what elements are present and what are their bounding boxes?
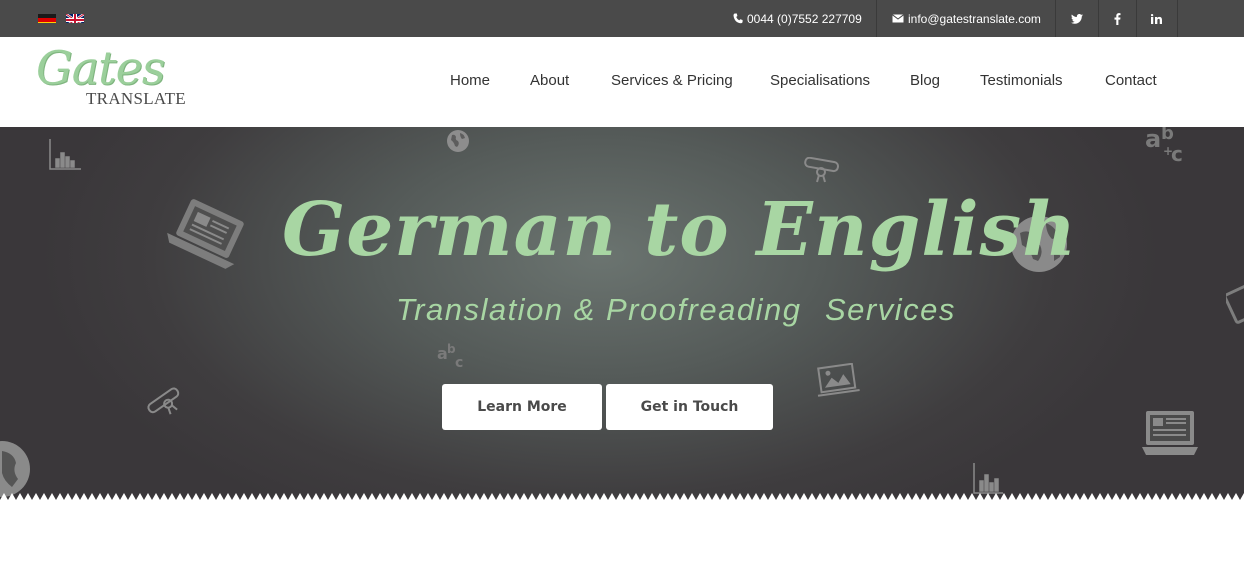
get-in-touch-button[interactable]: Get in Touch bbox=[606, 384, 773, 430]
diploma-icon bbox=[144, 383, 186, 419]
logo-caps-text: TRANSLATE bbox=[86, 89, 186, 108]
linkedin-icon bbox=[1151, 13, 1162, 24]
svg-text:c: c bbox=[455, 355, 463, 371]
svg-text:+: + bbox=[1163, 144, 1173, 158]
laptop-icon bbox=[1226, 277, 1244, 327]
email-address: info@gatestranslate.com bbox=[908, 11, 1041, 26]
learn-more-button[interactable]: Learn More bbox=[442, 384, 602, 430]
laptop-icon bbox=[160, 199, 248, 279]
gates-translate-logo[interactable]: Gates TRANSLATE bbox=[36, 41, 186, 117]
svg-text:a: a bbox=[1145, 127, 1161, 153]
twitter-link[interactable] bbox=[1056, 0, 1098, 37]
topbar-divider bbox=[1177, 0, 1178, 37]
email-link[interactable]: info@gatestranslate.com bbox=[892, 0, 1041, 37]
nav-item-home[interactable]: Home bbox=[450, 72, 490, 89]
laptop-icon bbox=[1140, 409, 1200, 461]
bar-chart-icon bbox=[48, 139, 82, 171]
topbar-divider bbox=[876, 0, 877, 37]
hero-subtitle-left: Translation & Proofreading bbox=[396, 292, 802, 327]
site-header: Gates TRANSLATE Home About Services & Pr… bbox=[0, 37, 1244, 127]
envelope-icon bbox=[892, 14, 904, 23]
nav-item-services-pricing[interactable]: Services & Pricing bbox=[611, 72, 733, 89]
abc-icon: a b c + bbox=[1145, 127, 1193, 167]
facebook-icon bbox=[1114, 12, 1120, 25]
abc-icon: abc bbox=[437, 343, 471, 373]
twitter-icon bbox=[1071, 13, 1083, 24]
linkedin-link[interactable] bbox=[1136, 0, 1177, 37]
diploma-icon bbox=[803, 157, 841, 183]
nav-item-specialisations[interactable]: Specialisations bbox=[770, 72, 870, 89]
nav-item-blog[interactable]: Blog bbox=[910, 72, 940, 89]
hero-banner: a b c + abc German to English Translation &… bbox=[0, 127, 1244, 500]
globe-icon bbox=[0, 439, 32, 499]
phone-link[interactable]: 0044 (0)7552 227709 bbox=[733, 0, 862, 37]
germany-flag-icon[interactable] bbox=[38, 11, 56, 23]
nav-item-testimonials[interactable]: Testimonials bbox=[980, 72, 1063, 89]
top-bar: 0044 (0)7552 227709 info@gatestranslate.… bbox=[0, 0, 1244, 37]
hero-subtitle-right: Services bbox=[825, 292, 956, 327]
uk-flag-icon[interactable] bbox=[66, 11, 84, 23]
nav-item-contact[interactable]: Contact bbox=[1105, 72, 1157, 89]
zigzag-divider bbox=[0, 493, 1244, 501]
facebook-link[interactable] bbox=[1098, 0, 1136, 37]
globe-icon bbox=[446, 129, 470, 153]
nav-item-about[interactable]: About bbox=[530, 72, 569, 89]
phone-icon bbox=[733, 13, 743, 24]
logo-script-text: Gates bbox=[36, 41, 165, 95]
hero-title: German to English bbox=[282, 187, 1078, 273]
phone-number: 0044 (0)7552 227709 bbox=[747, 11, 862, 26]
picture-icon bbox=[814, 363, 860, 397]
